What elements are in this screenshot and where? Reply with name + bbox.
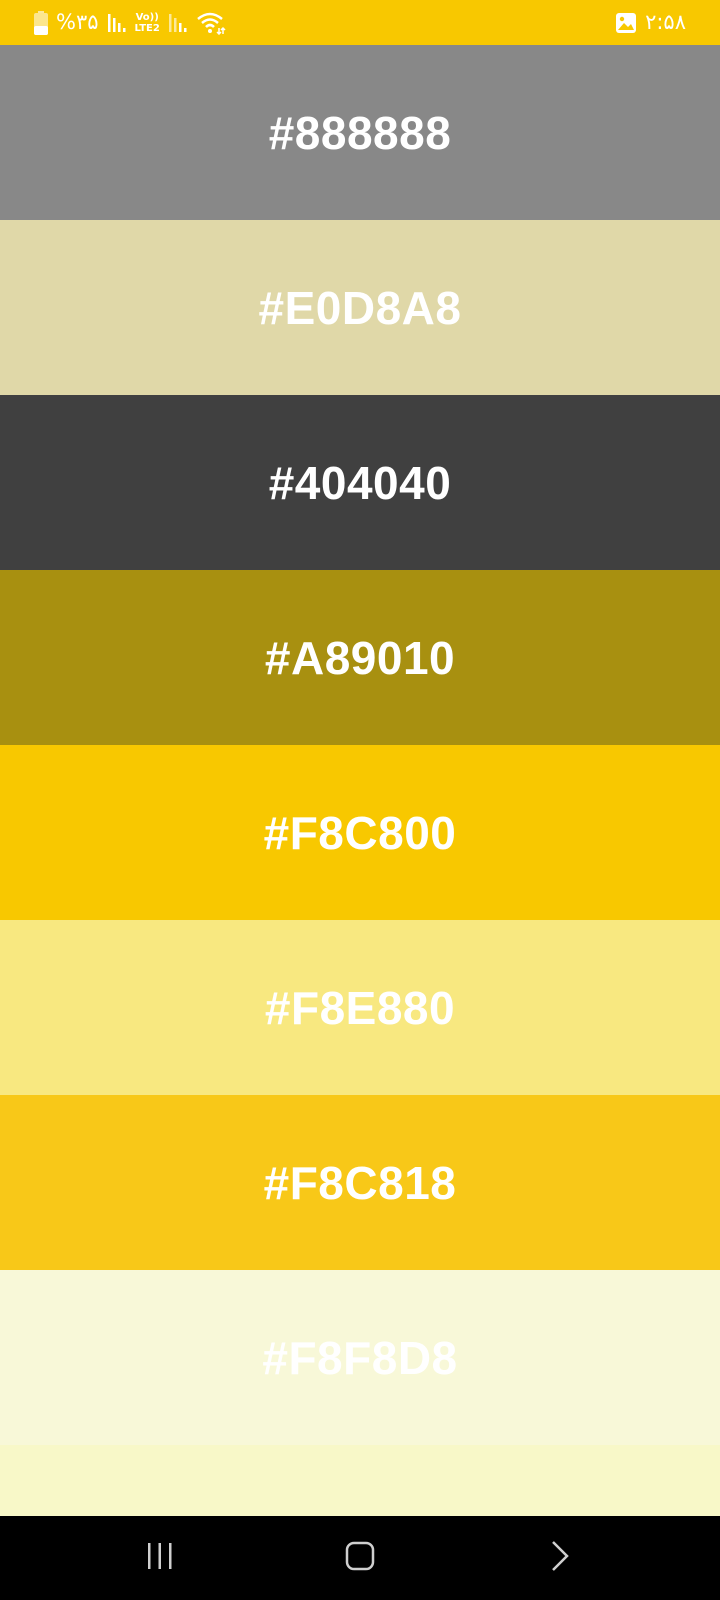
back-button[interactable] — [500, 1523, 620, 1593]
signal-icon-2 — [168, 13, 188, 33]
recent-apps-icon — [145, 1541, 175, 1576]
swatch-hex-label: #888888 — [268, 106, 452, 159]
color-swatch[interactable]: #F8F8D8 — [0, 1270, 720, 1445]
battery-percent: %۳۵ — [56, 10, 99, 34]
color-swatch[interactable]: #F8C818 — [0, 1095, 720, 1270]
swatch-hex-label: #E0D8A8 — [258, 281, 462, 334]
gallery-notification-icon — [615, 12, 637, 34]
swatch-hex-label: #A89010 — [264, 631, 456, 684]
signal-icon — [107, 13, 127, 33]
home-icon — [345, 1541, 375, 1576]
color-swatch[interactable]: #A89010 — [0, 570, 720, 745]
recent-apps-button[interactable] — [100, 1523, 220, 1593]
wifi-icon — [196, 11, 226, 35]
status-left-group: %۳۵ Vo)) LTE2 — [34, 10, 226, 35]
swatch-hex-label: #F8C818 — [263, 1156, 457, 1209]
color-swatch[interactable]: #F8E880 — [0, 920, 720, 1095]
color-swatch-list[interactable]: #888888 #E0D8A8 #404040 #A89010 #F8C800 #F8E8… — [0, 45, 720, 1516]
clock-time: ۲:۵۸ — [645, 10, 686, 34]
battery-icon — [34, 10, 48, 35]
home-button[interactable] — [300, 1523, 420, 1593]
network-type-label: Vo)) LTE2 — [135, 12, 160, 34]
swatch-hex-label: #F8C800 — [263, 806, 457, 859]
color-swatch[interactable]: #F8C800 — [0, 745, 720, 920]
color-swatch[interactable] — [0, 1445, 720, 1516]
swatch-hex-label: #F8F8D8 — [262, 1331, 458, 1384]
status-right-group: ۲:۵۸ — [615, 12, 686, 34]
color-swatch[interactable]: #888888 — [0, 45, 720, 220]
color-swatch[interactable]: #E0D8A8 — [0, 220, 720, 395]
volte-label: Vo)) — [135, 11, 159, 23]
navigation-bar — [0, 1516, 720, 1600]
back-icon — [545, 1540, 575, 1576]
swatch-hex-label: #F8E880 — [264, 981, 456, 1034]
color-swatch[interactable]: #404040 — [0, 395, 720, 570]
lte-label: LTE2 — [134, 22, 160, 34]
app-screen: %۳۵ Vo)) LTE2 ۲:۵۸ #888888 #E0D8A8 #4040… — [0, 0, 720, 1600]
status-bar: %۳۵ Vo)) LTE2 ۲:۵۸ — [0, 0, 720, 45]
swatch-hex-label: #404040 — [268, 456, 452, 509]
